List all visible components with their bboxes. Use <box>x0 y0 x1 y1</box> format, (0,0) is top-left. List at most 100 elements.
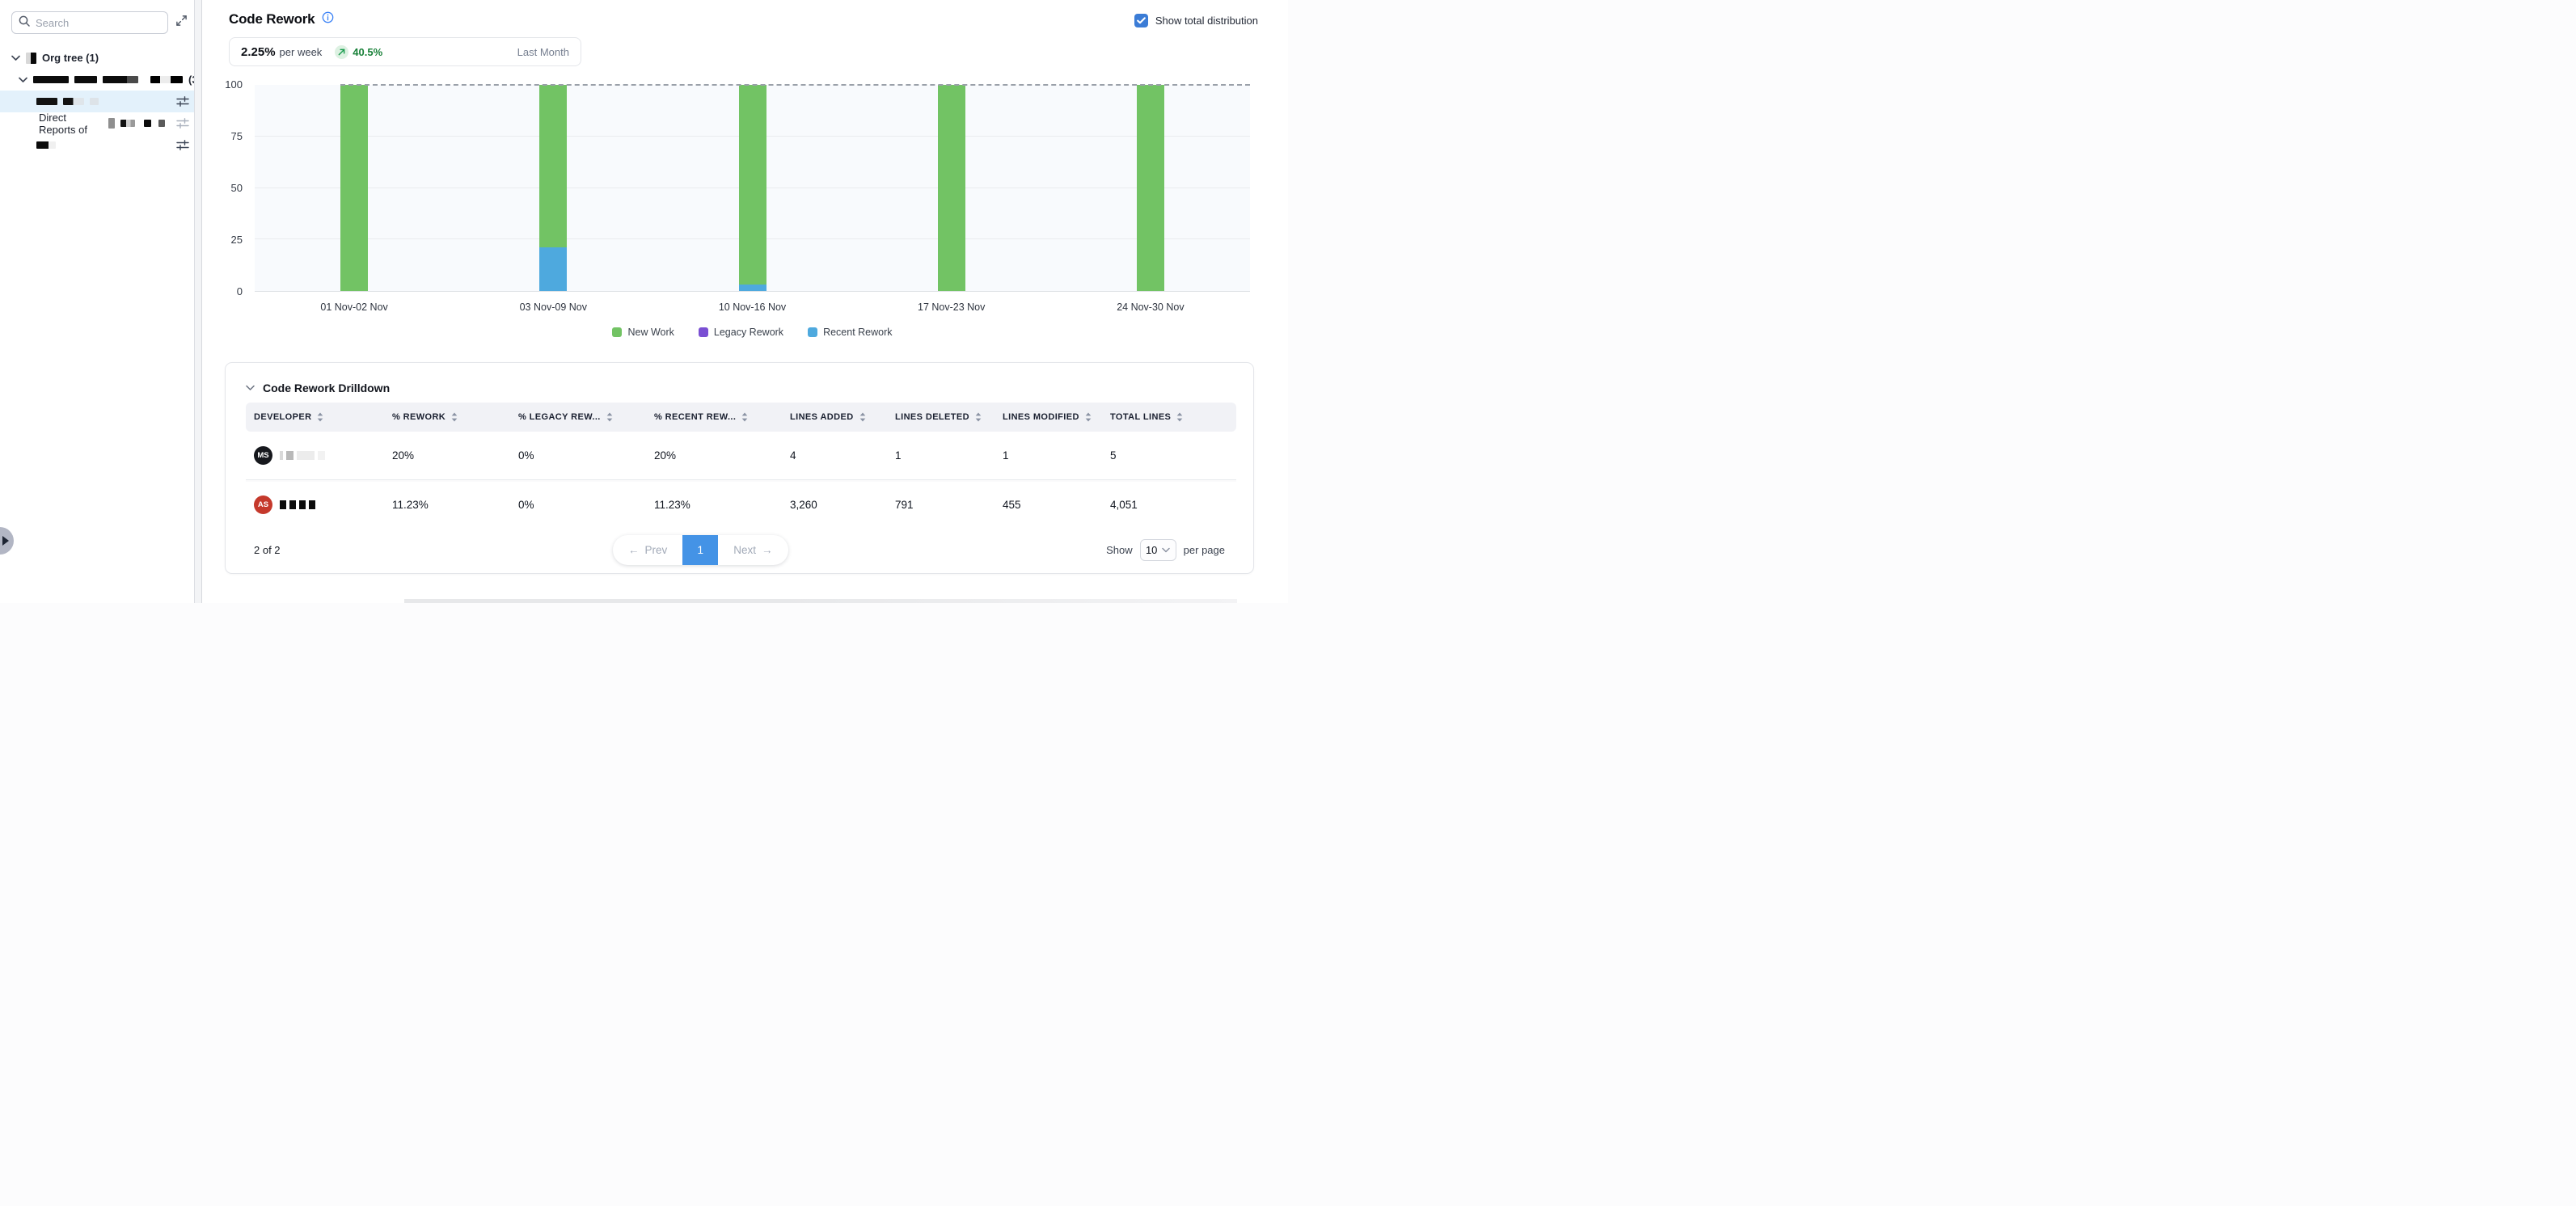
bar-stack <box>340 85 368 291</box>
legend-label: New Work <box>627 327 674 338</box>
x-tick-label: 03 Nov-09 Nov <box>488 302 618 313</box>
per-page-label: per page <box>1184 544 1225 556</box>
redacted-text <box>36 98 57 105</box>
x-tick-label: 24 Nov-30 Nov <box>1086 302 1215 313</box>
row-count: 2 of 2 <box>254 544 281 556</box>
legend-item-recent-rework[interactable]: Recent Rework <box>808 327 892 338</box>
search-input[interactable] <box>36 17 141 29</box>
column-header-lines-modified[interactable]: LINES MODIFIED <box>995 412 1102 422</box>
sort-icon <box>451 412 458 422</box>
arrow-right-icon: → <box>762 544 773 556</box>
redacted-text <box>158 120 165 127</box>
filter-sliders-icon[interactable] <box>176 139 189 151</box>
cell-rework: 20% <box>384 449 510 462</box>
table-header-row: DEVELOPER % REWORK % LEGACY REW... % REC… <box>246 403 1236 432</box>
chevron-down-icon[interactable] <box>11 52 20 64</box>
redacted-text <box>90 98 99 105</box>
sidebar-collapse-handle[interactable] <box>0 527 14 555</box>
chevron-down-icon <box>1162 547 1170 553</box>
column-header-developer[interactable]: DEVELOPER <box>246 412 384 422</box>
sort-icon <box>859 412 866 422</box>
chart-y-axis: 0255075100 <box>210 85 243 292</box>
filter-sliders-icon[interactable] <box>176 117 189 129</box>
show-label: Show <box>1106 544 1133 556</box>
org-logo <box>26 53 36 64</box>
bar-stack <box>1137 85 1164 291</box>
page-size-select[interactable]: 10 <box>1140 539 1176 561</box>
bar-stack <box>938 85 965 291</box>
redacted-text <box>120 120 135 127</box>
bar-stack <box>739 85 766 291</box>
legend-swatch <box>699 327 708 337</box>
prev-page-button[interactable]: ←Prev <box>613 535 682 565</box>
redacted-text <box>280 500 315 509</box>
search-input-wrap[interactable] <box>11 11 168 34</box>
org-tree: Org tree (1) (3) Direct Repor <box>0 47 202 156</box>
cell-lines-deleted: 791 <box>887 499 995 511</box>
sidebar-scrollbar[interactable] <box>194 0 202 603</box>
org-tree-item[interactable] <box>0 134 202 156</box>
column-header-lines-deleted[interactable]: LINES DELETED <box>887 412 995 422</box>
table-row[interactable]: AS 11.23% 0% 11.23% 3,260 791 455 <box>246 480 1236 529</box>
sort-icon <box>317 412 323 422</box>
trend-up-icon <box>335 45 348 59</box>
y-tick-label: 50 <box>210 182 243 195</box>
info-icon[interactable] <box>322 11 334 27</box>
next-page-button[interactable]: Next→ <box>718 535 788 565</box>
column-header-total-lines[interactable]: TOTAL LINES <box>1102 412 1236 422</box>
redacted-text <box>150 76 183 83</box>
search-icon <box>19 15 30 31</box>
org-tree-item-selected[interactable] <box>0 91 202 112</box>
filter-sliders-icon[interactable] <box>176 95 189 108</box>
table-row[interactable]: MS 20% 0% 20% 4 1 1 5 <box>246 432 1236 480</box>
redacted-text <box>33 76 69 83</box>
legend-item-new-work[interactable]: New Work <box>612 327 674 338</box>
metric-period: Last Month <box>517 46 569 58</box>
cell-lines-modified: 455 <box>995 499 1102 511</box>
legend-item-legacy-rework[interactable]: Legacy Rework <box>699 327 783 338</box>
chart-legend: New Work Legacy Rework Recent Rework <box>255 327 1250 338</box>
page-number-button[interactable]: 1 <box>682 535 718 565</box>
x-tick-label: 01 Nov-02 Nov <box>289 302 419 313</box>
expand-panel-icon[interactable] <box>175 15 188 31</box>
avatar: MS <box>254 446 272 465</box>
legend-label: Legacy Rework <box>714 327 783 338</box>
checkbox-checked[interactable] <box>1134 14 1148 27</box>
bar-segment <box>539 247 567 291</box>
sort-icon <box>1176 412 1183 422</box>
bar-segment <box>539 85 567 247</box>
table-footer: 2 of 2 ←Prev 1 Next→ Show 10 per page <box>226 527 1253 573</box>
column-header-recent-rework[interactable]: % RECENT REW... <box>646 412 782 422</box>
caret-right-icon <box>2 536 9 546</box>
avatar: AS <box>254 495 272 514</box>
sort-icon <box>1085 412 1092 422</box>
column-header-lines-added[interactable]: LINES ADDED <box>782 412 887 422</box>
metric-card: 2.25% per week 40.5% Last Month <box>229 37 581 66</box>
drilldown-card: Code Rework Drilldown DEVELOPER % REWORK… <box>225 362 1254 574</box>
cell-rework: 11.23% <box>384 499 510 511</box>
org-tree-root-row[interactable]: Org tree (1) <box>0 47 202 69</box>
y-tick-label: 25 <box>210 234 243 247</box>
show-total-distribution-toggle[interactable]: Show total distribution <box>1134 14 1258 27</box>
pagination: ←Prev 1 Next→ <box>613 535 788 565</box>
redacted-text <box>108 118 115 129</box>
cell-recent-rework: 20% <box>646 449 782 462</box>
metric-unit: per week <box>280 46 323 58</box>
collapse-chevron-icon[interactable] <box>246 381 255 395</box>
bar-segment <box>340 85 368 291</box>
y-tick-label: 75 <box>210 130 243 143</box>
chart-x-axis: 01 Nov-02 Nov03 Nov-09 Nov10 Nov-16 Nov1… <box>255 302 1250 314</box>
x-tick-label: 17 Nov-23 Nov <box>887 302 1016 313</box>
legend-label: Recent Rework <box>823 327 892 338</box>
sort-icon <box>975 412 982 422</box>
sort-icon <box>741 412 748 422</box>
chevron-down-icon[interactable] <box>19 74 27 86</box>
y-tick-label: 100 <box>210 78 243 91</box>
horizontal-scrollbar[interactable] <box>404 599 1237 603</box>
column-header-legacy-rework[interactable]: % LEGACY REW... <box>510 412 646 422</box>
column-header-rework[interactable]: % REWORK <box>384 412 510 422</box>
cell-lines-added: 4 <box>782 449 887 462</box>
org-tree-item-direct-reports[interactable]: Direct Reports of <box>0 112 202 134</box>
org-tree-group-row[interactable]: (3) <box>0 69 202 91</box>
redacted-text <box>74 76 97 83</box>
